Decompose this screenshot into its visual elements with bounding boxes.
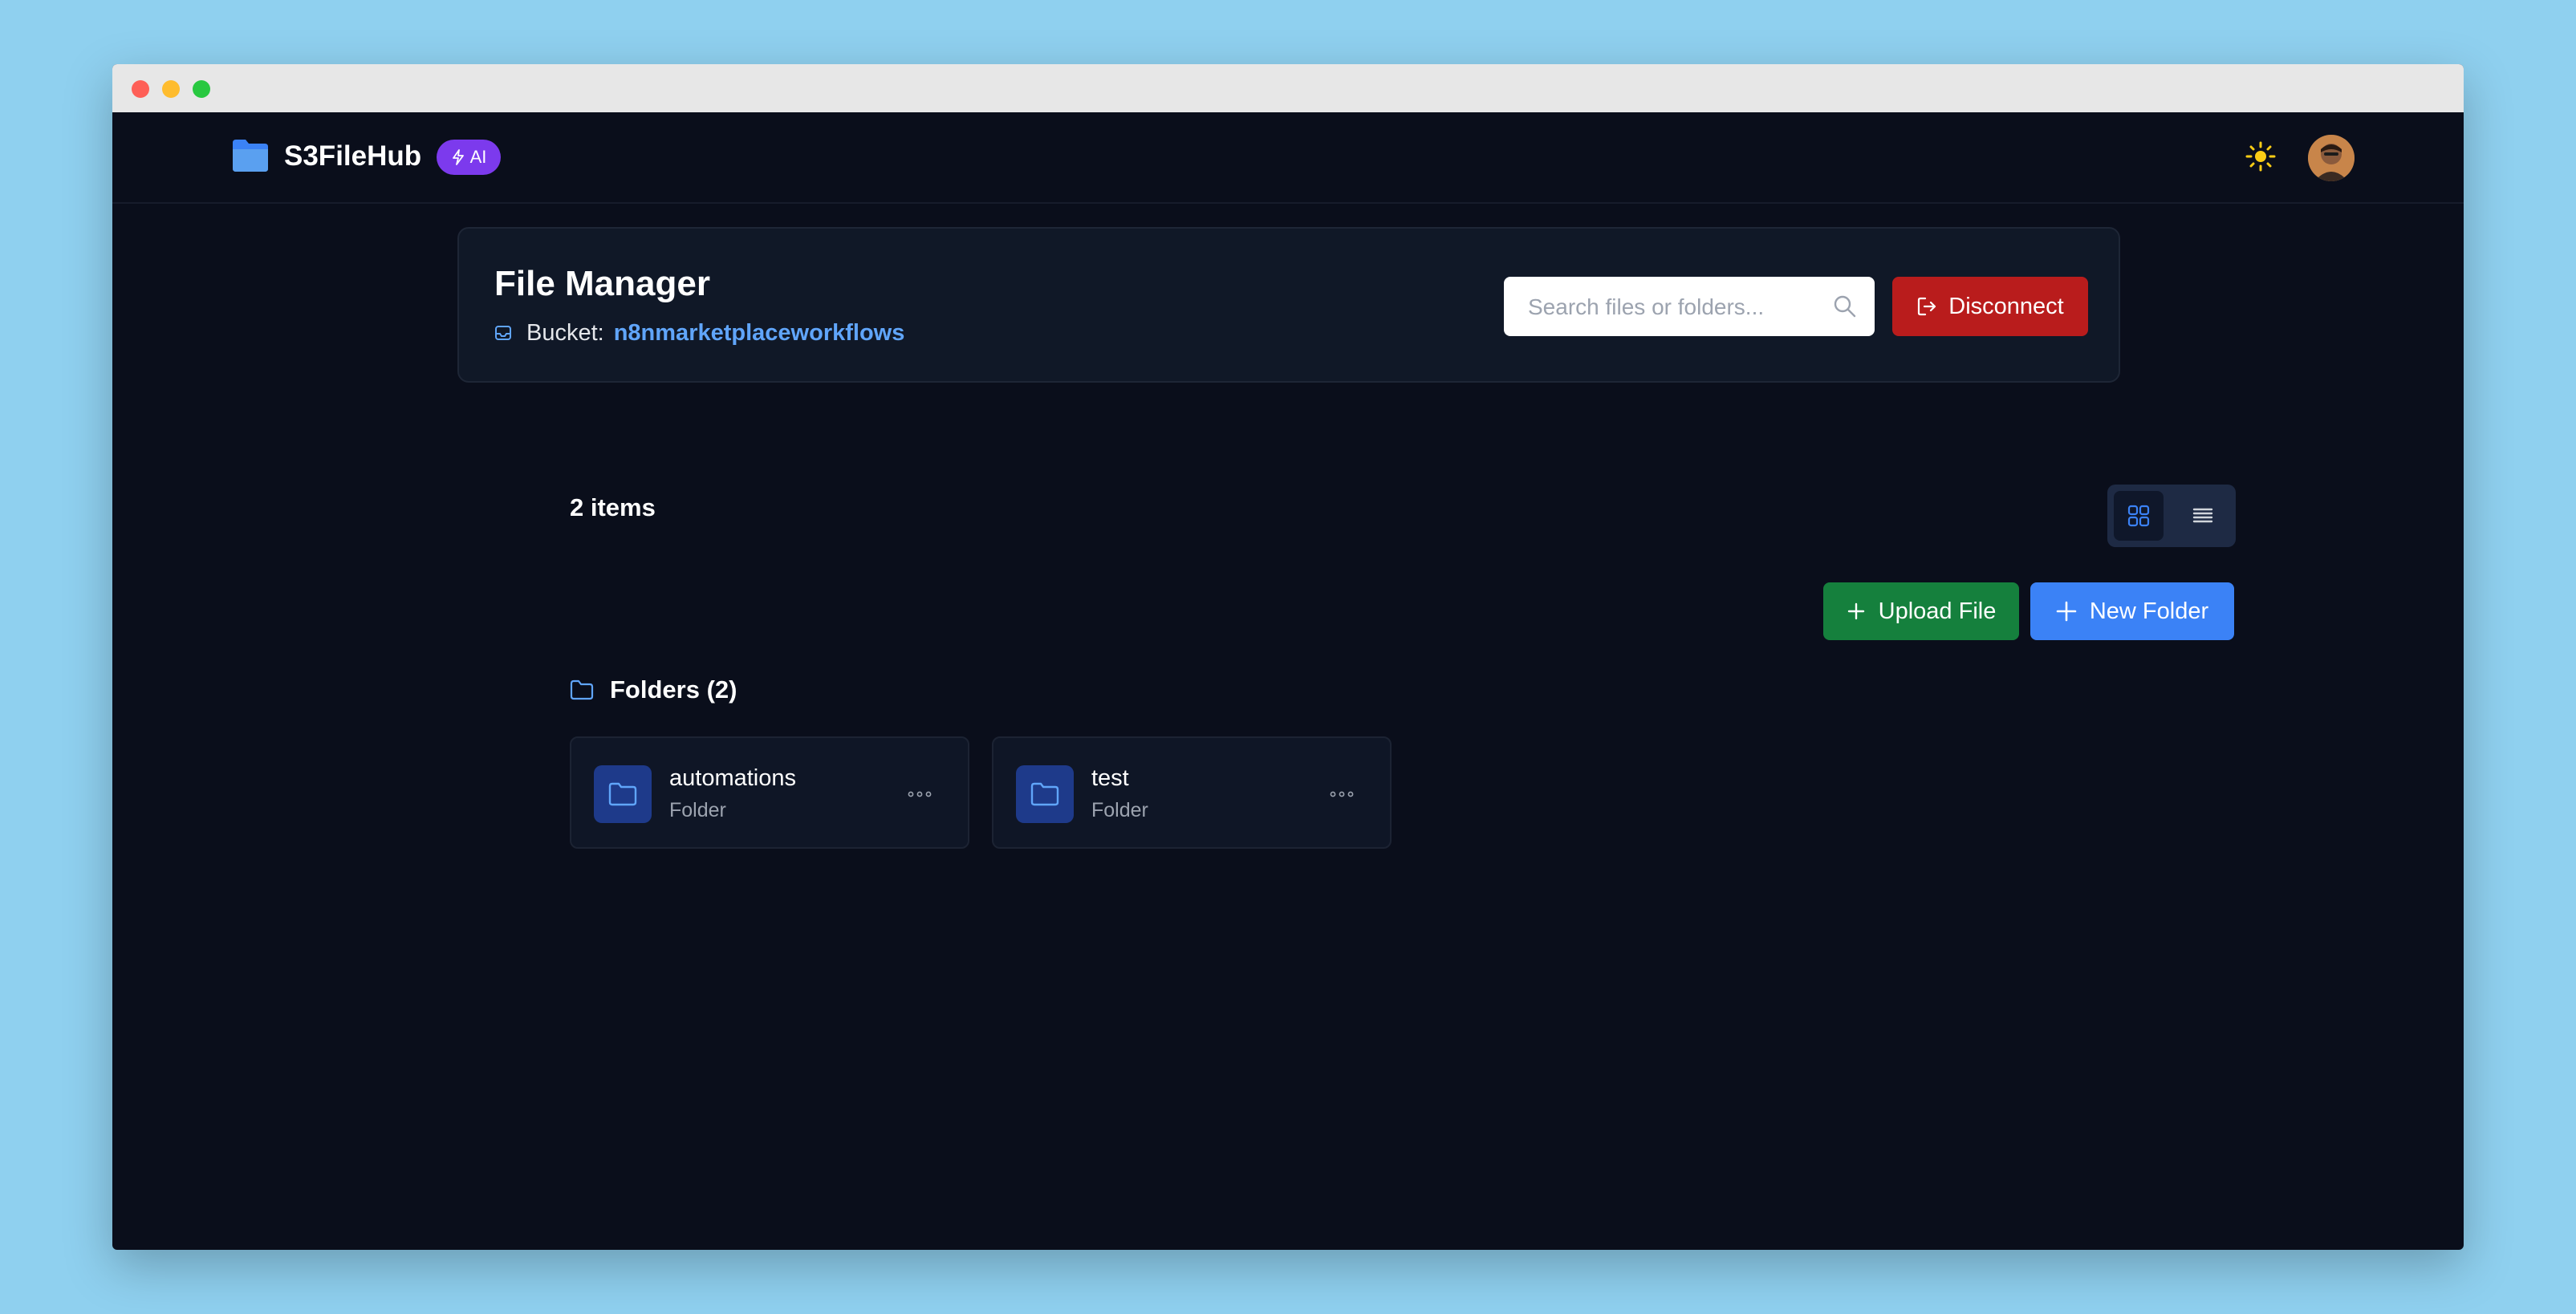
inbox-icon <box>495 326 511 340</box>
logout-icon <box>1918 297 1936 316</box>
top-navbar: S3FileHub AI <box>112 112 2464 204</box>
items-count: 2 items <box>570 493 656 521</box>
more-horizontal-icon <box>1330 791 1354 797</box>
bucket-name: n8nmarketplaceworkflows <box>613 319 905 346</box>
file-manager-header: File Manager Bucket: n8nmarketplaceworkf… <box>457 227 2120 383</box>
folder-more-button[interactable] <box>1326 778 1358 810</box>
folder-type: Folder <box>669 799 726 821</box>
folder-tile <box>594 765 652 823</box>
folder-name: automations <box>669 765 796 791</box>
minimize-window-button[interactable] <box>162 80 180 98</box>
ai-badge-label: AI <box>469 147 487 167</box>
maximize-window-button[interactable] <box>193 80 210 98</box>
new-folder-button[interactable]: New Folder <box>2030 582 2234 640</box>
user-avatar[interactable] <box>2308 135 2355 181</box>
window-titlebar <box>112 64 2464 112</box>
brand-name[interactable]: S3FileHub <box>284 136 421 176</box>
grid-view-button[interactable] <box>2114 491 2164 541</box>
folders-section-label: Folders (2) <box>610 675 737 704</box>
folder-card[interactable]: test Folder <box>992 736 1392 849</box>
view-toggle <box>2107 485 2236 547</box>
folder-icon <box>1030 782 1059 806</box>
search-input[interactable] <box>1526 277 1834 338</box>
folder-type: Folder <box>1091 799 1148 821</box>
avatar-image <box>2308 135 2355 181</box>
folder-more-button[interactable] <box>904 778 936 810</box>
new-folder-label: New Folder <box>2089 598 2209 624</box>
disconnect-button[interactable]: Disconnect <box>1892 277 2088 336</box>
search-field[interactable] <box>1504 277 1875 338</box>
ai-badge[interactable]: AI <box>437 140 501 175</box>
list-view-button[interactable] <box>2178 491 2228 541</box>
list-icon <box>2192 508 2213 523</box>
folder-icon <box>608 782 637 806</box>
folders-section-title: Folders (2) <box>570 675 737 704</box>
more-horizontal-icon <box>908 791 932 797</box>
bucket-info: Bucket: n8nmarketplaceworkflows <box>494 317 904 349</box>
plus-icon <box>1847 602 1864 620</box>
page-title: File Manager <box>494 264 710 303</box>
folder-logo-icon[interactable] <box>231 138 270 173</box>
bucket-label: Bucket: <box>526 319 604 346</box>
folder-tile <box>1016 765 1074 823</box>
folder-name: test <box>1091 765 1129 791</box>
sun-icon[interactable] <box>2245 141 2276 172</box>
plus-icon <box>2056 601 2077 622</box>
close-window-button[interactable] <box>132 80 149 98</box>
grid-icon <box>2127 505 2150 527</box>
sparkle-icon <box>452 149 464 165</box>
upload-file-button[interactable]: Upload File <box>1823 582 2019 640</box>
folder-outline-icon <box>570 679 594 700</box>
disconnect-label: Disconnect <box>1948 293 2064 319</box>
search-icon[interactable] <box>1833 294 1857 318</box>
folder-card[interactable]: automations Folder <box>570 736 969 849</box>
browser-window: S3FileHub AI File Manager Bucket: n8nmar… <box>112 64 2464 1250</box>
upload-file-label: Upload File <box>1878 598 1997 624</box>
